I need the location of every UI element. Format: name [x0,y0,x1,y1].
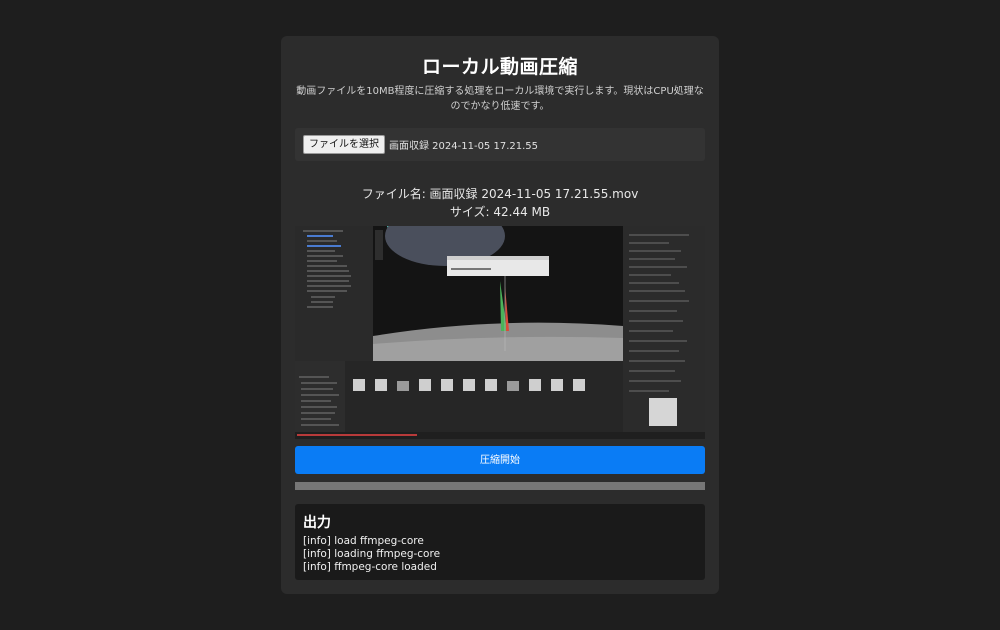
page-title: ローカル動画圧縮 [421,56,578,78]
main-card: ローカル動画圧縮 動画ファイルを10MB程度に圧縮する処理をローカル環境で実行し… [281,36,719,594]
selected-file-name: 画面収録 2024-11-05 17.21.55 [389,141,539,152]
file-size-info: サイズ: 42.44 MB [449,205,551,219]
log-line: [info] ffmpeg-core loaded [303,561,437,573]
output-panel: 出力 [info] load ffmpeg-core [info] loadin… [295,504,705,580]
video-thumbnail-image [295,226,705,439]
progress-bar [295,482,705,490]
file-name-info: ファイル名: 画面収録 2024-11-05 17.21.55.mov [361,187,639,201]
choose-file-button[interactable]: ファイルを選択 [303,135,385,154]
page-description: 動画ファイルを10MB程度に圧縮する処理をローカル環境で実行します。現状はCPU… [296,86,704,112]
progress-bar-fill [295,482,705,490]
compress-start-button[interactable]: 圧縮開始 [295,446,705,474]
video-preview[interactable] [295,226,705,439]
output-title: 出力 [303,515,331,531]
log-line: [info] load ffmpeg-core [303,535,424,547]
log-line: [info] loading ffmpeg-core [303,548,441,560]
file-input-row: ファイルを選択 画面収録 2024-11-05 17.21.55 [295,128,705,161]
